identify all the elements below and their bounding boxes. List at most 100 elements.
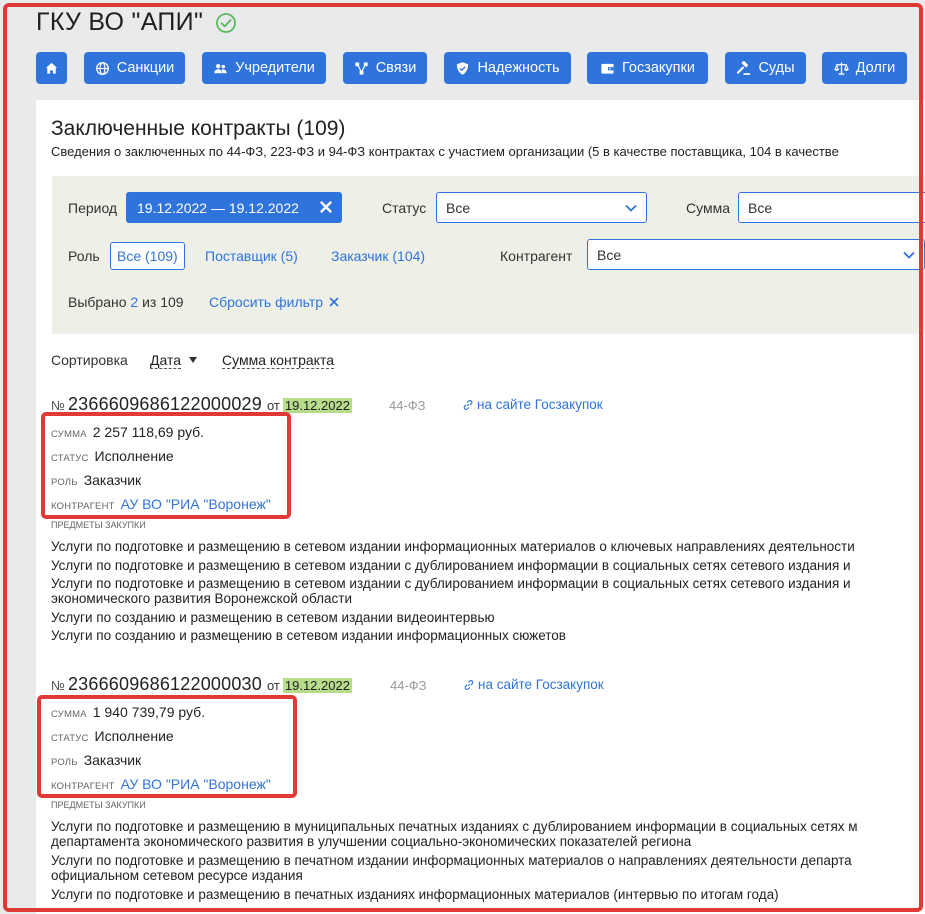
- role-all-chip[interactable]: Все (109): [110, 242, 185, 270]
- list-item: Услуги по подготовке и размещению в муни…: [51, 819, 858, 834]
- nav-debts-button[interactable]: Долги: [822, 52, 907, 84]
- number-sign: №: [51, 398, 65, 413]
- contract-counterparty-link[interactable]: АУ ВО "РИА "Воронеж": [121, 496, 271, 512]
- contract-law: 44-ФЗ: [389, 398, 426, 413]
- contract-header: № 2366609686122000030 от 19.12.2022: [51, 674, 352, 695]
- list-item: официальном сетевом ресурсе издания: [51, 868, 303, 883]
- number-sign: №: [51, 678, 65, 693]
- nav-home-button[interactable]: [36, 52, 67, 84]
- contract-counterparty-row: контрагент АУ ВО "РИА "Воронеж": [51, 496, 271, 512]
- contract-sum-row: сумма 1 940 739,79 руб.: [51, 704, 205, 720]
- contract-sum: 1 940 739,79 руб.: [92, 704, 206, 720]
- procurement-site-label: на сайте Госзакупок: [477, 397, 603, 412]
- list-item: Услуги по созданию и размещению в сетево…: [51, 628, 566, 643]
- nav-links-button[interactable]: Связи: [343, 52, 427, 84]
- from-label: от: [266, 398, 280, 413]
- subjects-label: предметы закупки: [51, 520, 146, 530]
- list-item: Услуги по подготовке и размещению в печа…: [51, 887, 779, 902]
- list-item: Услуги по подготовке и размещению в печа…: [51, 853, 852, 868]
- nav-sanctions-label: Санкции: [116, 60, 175, 76]
- sum-select[interactable]: Все: [738, 192, 925, 223]
- counterparty-select[interactable]: Все: [587, 239, 925, 270]
- subjects-list: Услуги по подготовке и размещению в сете…: [51, 539, 925, 646]
- counterparty-field-label: контрагент: [51, 781, 115, 792]
- counterparty-field-label: контрагент: [51, 501, 115, 512]
- nav-reliability-button[interactable]: Надежность: [444, 52, 571, 84]
- sort-date-button[interactable]: Дата: [150, 352, 182, 369]
- verified-check-icon: [216, 12, 237, 33]
- graph-icon: [355, 61, 368, 75]
- period-value: 19.12.2022 — 19.12.2022: [137, 199, 299, 216]
- filter-box: Период 19.12.2022 — 19.12.2022 Статус Вс…: [52, 176, 925, 334]
- sum-field-label: сумма: [51, 709, 87, 720]
- procurement-site-link[interactable]: на сайте Госзакупок: [463, 397, 603, 412]
- nav-debts-label: Долги: [855, 60, 896, 76]
- contract-sum-row: сумма 2 257 118,69 руб.: [51, 424, 204, 440]
- counterparty-select-value: Все: [597, 246, 622, 263]
- contracts-panel: Заключенные контракты (109) Сведения о з…: [36, 100, 925, 914]
- home-icon: [45, 62, 58, 74]
- sum-select-value: Все: [748, 199, 773, 216]
- list-item: Услуги по подготовке и размещению в сете…: [51, 558, 851, 573]
- close-icon: [329, 297, 339, 307]
- contract-status: Исполнение: [94, 448, 174, 464]
- subjects-label: предметы закупки: [51, 800, 146, 810]
- nav-courts-label: Суды: [758, 60, 795, 76]
- counterparty-label: Контрагент: [500, 248, 573, 264]
- nav-founders-button[interactable]: Учредители: [202, 52, 326, 84]
- status-label: Статус: [382, 200, 427, 216]
- list-item: Услуги по подготовке и размещению в сете…: [51, 539, 855, 554]
- status-field-label: статус: [51, 733, 89, 744]
- contract-number[interactable]: 2366609686122000029: [68, 394, 262, 415]
- role-customer-link[interactable]: Заказчик (104): [331, 248, 425, 264]
- contract-counterparty-row: контрагент АУ ВО "РИА "Воронеж": [51, 776, 271, 792]
- period-input[interactable]: 19.12.2022 — 19.12.2022: [126, 192, 342, 223]
- wallet-icon: [601, 63, 614, 74]
- period-label: Период: [68, 200, 118, 216]
- role-field-label: роль: [51, 477, 78, 488]
- list-item: департамента экономического развития в у…: [51, 834, 692, 849]
- nav-sanctions-button[interactable]: Санкции: [84, 52, 185, 84]
- selected-suffix: из 109: [142, 294, 184, 310]
- sum-label: Сумма: [686, 200, 730, 216]
- reset-filter-link[interactable]: Сбросить фильтр: [209, 294, 339, 310]
- reset-filter-label: Сбросить фильтр: [209, 294, 324, 310]
- list-item: Услуги по подготовке и размещению в сете…: [51, 576, 851, 591]
- from-label: от: [266, 678, 280, 693]
- list-item: Услуги по созданию и размещению в сетево…: [51, 610, 495, 625]
- role-supplier-link[interactable]: Поставщик (5): [205, 248, 298, 264]
- chevron-down-icon: [903, 251, 915, 259]
- status-select[interactable]: Все: [436, 192, 647, 223]
- contract-role: Заказчик: [83, 472, 142, 488]
- nav-reliability-label: Надежность: [477, 60, 560, 76]
- contract-date: 19.12.2022: [282, 678, 352, 693]
- sort-label: Сортировка: [51, 352, 128, 368]
- users-icon: [214, 63, 227, 73]
- clear-period-icon[interactable]: [318, 199, 334, 215]
- role-label: Роль: [68, 248, 100, 264]
- nav-courts-button[interactable]: Суды: [725, 52, 806, 84]
- org-name: ГКУ ВО "АПИ": [36, 8, 204, 36]
- gavel-icon: [737, 60, 751, 75]
- contract-sum: 2 257 118,69 руб.: [92, 424, 205, 440]
- procurement-site-link[interactable]: на сайте Госзакупок: [464, 677, 604, 692]
- section-subtitle: Сведения о заключенных по 44-ФЗ, 223-ФЗ …: [51, 144, 839, 159]
- contract-status-row: статус Исполнение: [51, 728, 174, 744]
- contract-number[interactable]: 2366609686122000030: [68, 674, 262, 695]
- shield-icon: [457, 61, 469, 75]
- sort-sum-button[interactable]: Сумма контракта: [222, 352, 334, 369]
- selected-prefix: Выбрано: [68, 294, 127, 310]
- link-icon: [463, 399, 473, 410]
- subjects-list: Услуги по подготовке и размещению в муни…: [51, 819, 925, 905]
- procurement-site-label: на сайте Госзакупок: [478, 677, 604, 692]
- contract-role-row: роль Заказчик: [51, 472, 141, 488]
- nav-procurement-button[interactable]: Госзакупки: [587, 52, 708, 84]
- sum-field-label: сумма: [51, 429, 87, 440]
- chevron-down-icon: [625, 204, 637, 212]
- selected-count: 2: [130, 294, 139, 310]
- org-title: ГКУ ВО "АПИ": [36, 8, 237, 37]
- sort-caret-icon: [189, 357, 197, 363]
- app-frame: ГКУ ВО "АПИ" Санкции Учредители Связи На…: [0, 0, 925, 914]
- link-icon: [464, 679, 474, 690]
- contract-counterparty-link[interactable]: АУ ВО "РИА "Воронеж": [121, 776, 271, 792]
